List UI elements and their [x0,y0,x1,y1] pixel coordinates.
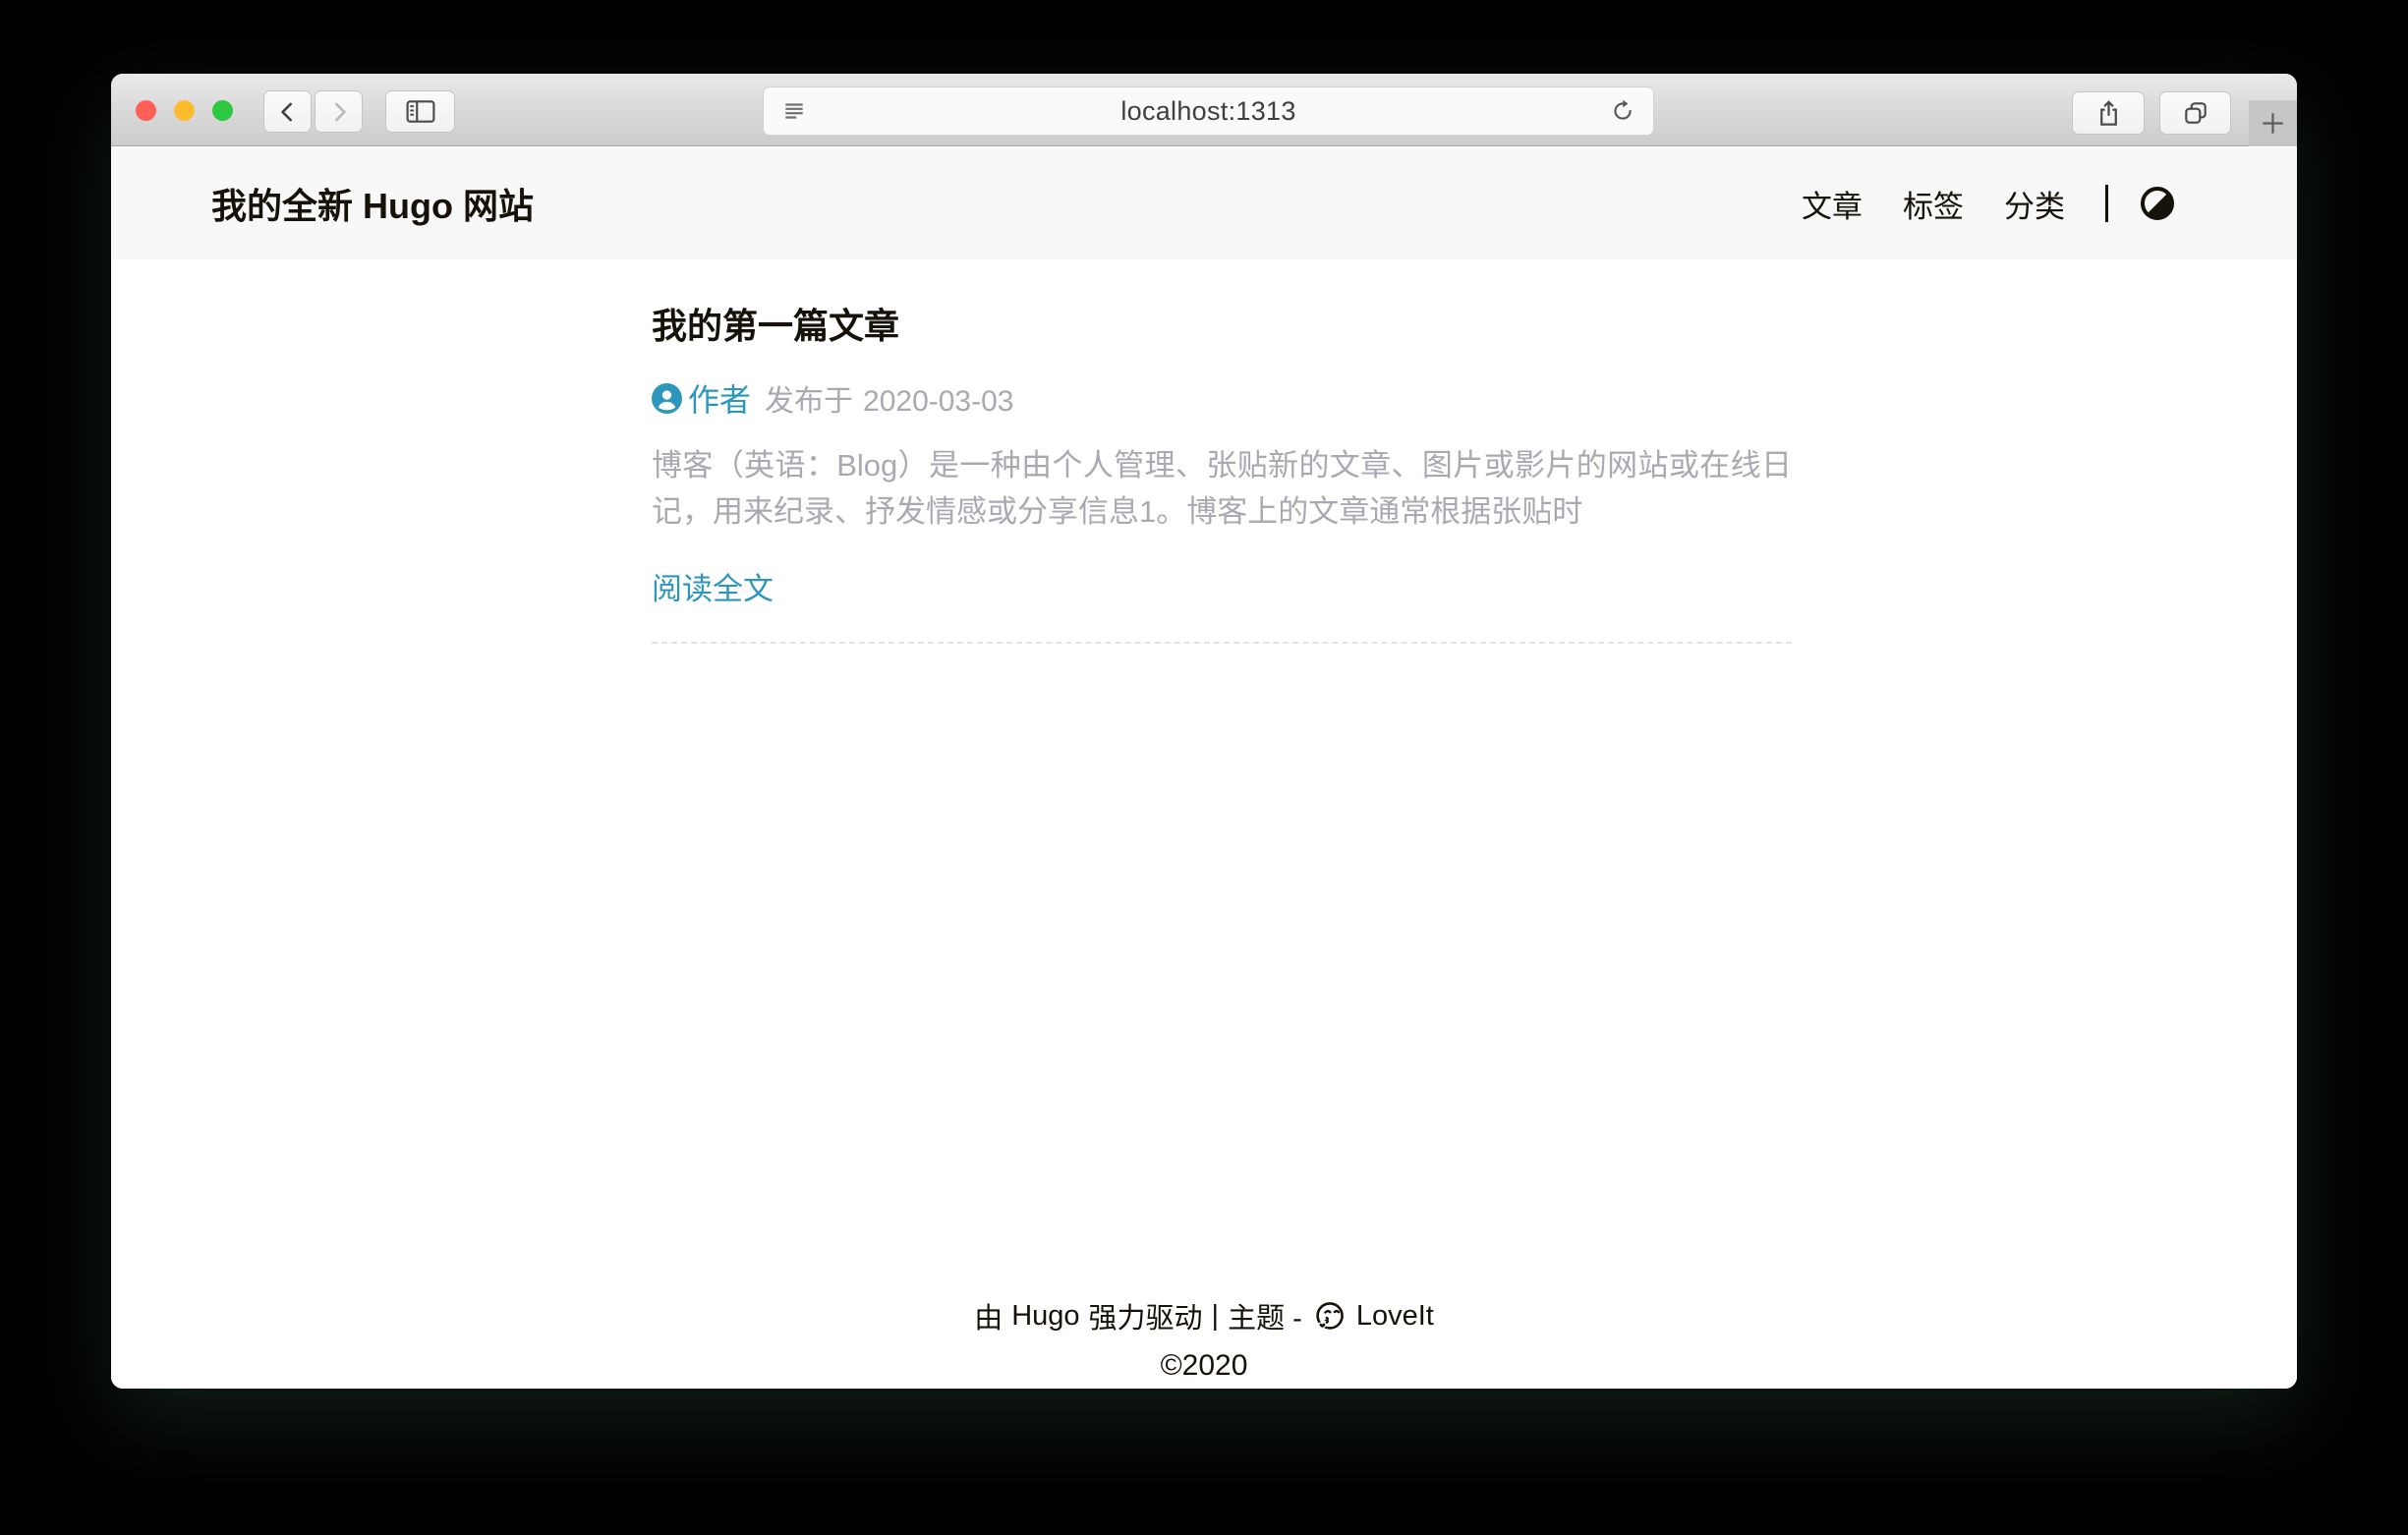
reload-button[interactable] [1606,98,1639,124]
theme-toggle-icon[interactable] [2141,187,2174,220]
back-button[interactable] [263,90,312,133]
fullscreen-window-button[interactable] [212,100,233,121]
address-bar[interactable]: localhost:1313 [763,86,1654,136]
user-circle-icon[interactable] [652,383,682,414]
nav-item-posts[interactable]: 文章 [1802,182,1863,226]
reload-icon [1610,98,1635,124]
nav-item-categories[interactable]: 分类 [2004,182,2065,226]
nav-divider [2105,185,2108,222]
read-more-link[interactable]: 阅读全文 [652,564,774,608]
close-window-button[interactable] [136,100,156,121]
site-header: 我的全新 Hugo 网站 文章 标签 分类 [111,147,2297,259]
loveit-theme-link[interactable]: LoveIt [1356,1300,1434,1333]
tab-overview-button[interactable] [2159,91,2231,135]
site-nav: 文章 标签 分类 [1761,182,2174,226]
share-button[interactable] [2072,91,2145,135]
powered-suffix: 强力驱动 [1089,1295,1203,1336]
url-text[interactable]: localhost:1313 [811,96,1606,127]
back-chevron-icon [275,99,301,125]
forward-chevron-icon [326,99,352,125]
post-title-link[interactable]: 我的第一篇文章 [652,306,1792,347]
footer-divider: | [1212,1300,1220,1333]
site-footer: 由 Hugo 强力驱动 | 主题 - LoveIt ©2020 [111,1295,2297,1383]
reader-icon[interactable] [777,98,811,124]
post-summary-text: 博客（英语：Blog）是一种由个人管理、张贴新的文章、图片或影片的网站或在线日记… [652,442,1792,535]
browser-toolbar: localhost:1313 [111,74,2297,146]
forward-button[interactable] [315,90,363,133]
site-title-link[interactable]: 我的全新 Hugo 网站 [211,178,534,229]
theme-label: 主题 - [1228,1295,1302,1336]
sidebar-icon [406,99,435,124]
browser-window: localhost:1313 [111,74,2297,1389]
powered-prefix: 由 [974,1295,1003,1336]
minimize-window-button[interactable] [174,100,195,121]
copyright-text: ©2020 [111,1349,2297,1383]
kiss-face-icon [1313,1300,1346,1333]
publish-date: 2020-03-03 [863,385,1013,418]
post-summary-card: 我的第一篇文章 作者 发布于 2020-03-03 博客（英语：Blog）是一种由… [652,259,1792,644]
page-content: 我的第一篇文章 作者 发布于 2020-03-03 博客（英语：Blog）是一种由… [111,259,2297,1389]
author-link[interactable]: 作者 [688,375,751,421]
share-icon [2095,99,2122,128]
tab-overview-icon [2182,99,2209,127]
window-controls [136,100,233,121]
post-meta: 作者 发布于 2020-03-03 [652,375,1792,421]
publish-info: 发布于 2020-03-03 [765,376,1013,420]
publish-label: 发布于 [765,385,853,418]
plus-icon [2260,110,2286,137]
nav-item-tags[interactable]: 标签 [1903,182,1964,226]
sidebar-toggle-button[interactable] [385,90,455,133]
post-divider [652,642,1792,644]
reader-lines-icon [781,98,807,124]
new-tab-button[interactable] [2249,100,2297,146]
desktop-background: localhost:1313 [0,0,2408,1535]
footer-powered-line: 由 Hugo 强力驱动 | 主题 - LoveIt [111,1295,2297,1336]
hugo-link[interactable]: Hugo [1011,1300,1079,1333]
